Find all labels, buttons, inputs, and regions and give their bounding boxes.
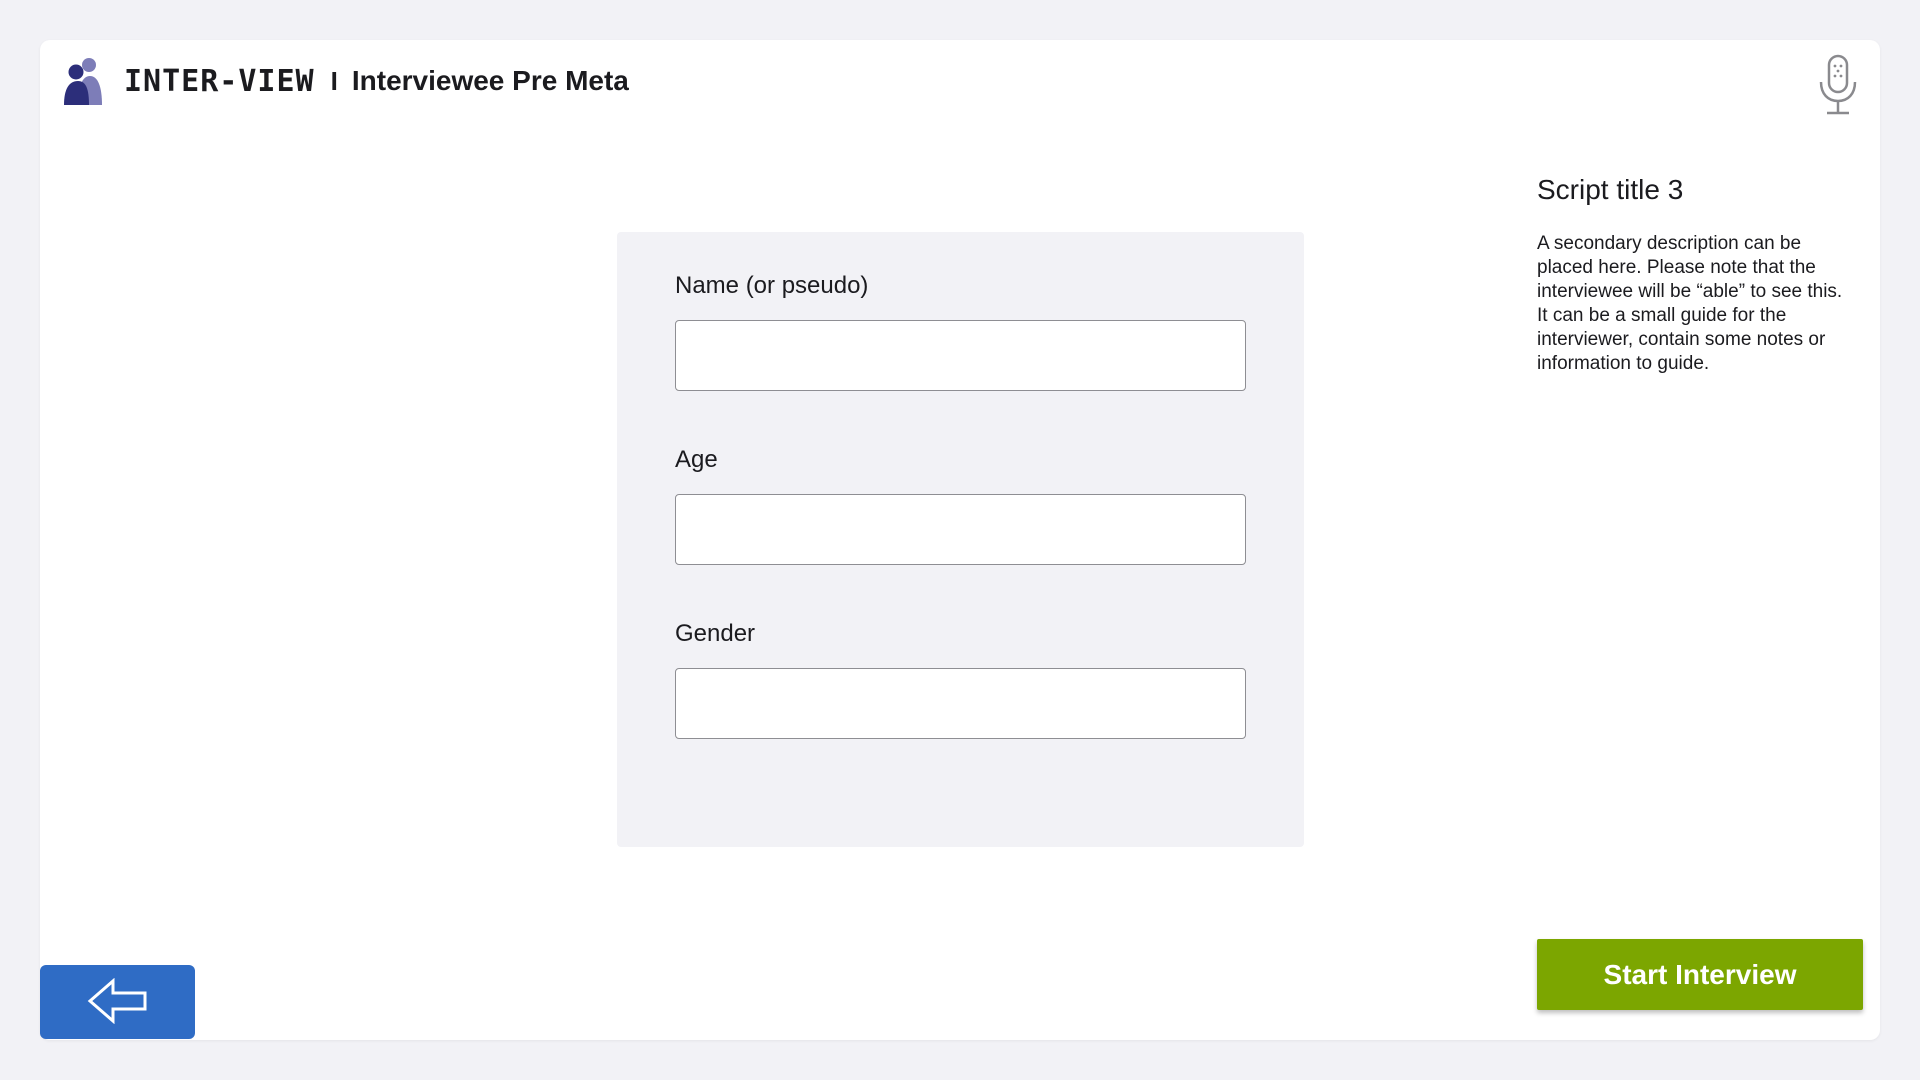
title-separator: I [330, 65, 338, 96]
back-button[interactable] [40, 965, 195, 1039]
people-logo-icon [64, 57, 104, 105]
name-input[interactable] [675, 320, 1246, 391]
page-title: Interviewee Pre Meta [351, 65, 629, 96]
script-description: A secondary description can be placed he… [1537, 233, 1843, 374]
arrow-left-icon [87, 977, 149, 1027]
age-input[interactable] [675, 494, 1246, 565]
gender-label: Gender [675, 620, 756, 647]
gender-input[interactable] [675, 668, 1246, 739]
script-title: Script title 3 [1537, 174, 1684, 205]
microphone-icon[interactable] [1818, 54, 1858, 118]
brand-name: INTER-VIEW [124, 63, 315, 99]
interviewee-form: Name (or pseudo) Age Gender [617, 232, 1304, 847]
start-interview-button[interactable]: Start Interview [1537, 939, 1863, 1010]
app-header: INTER-VIEW I Interviewee Pre Meta [64, 56, 629, 106]
name-label: Name (or pseudo) [675, 272, 869, 299]
age-label: Age [675, 446, 718, 473]
